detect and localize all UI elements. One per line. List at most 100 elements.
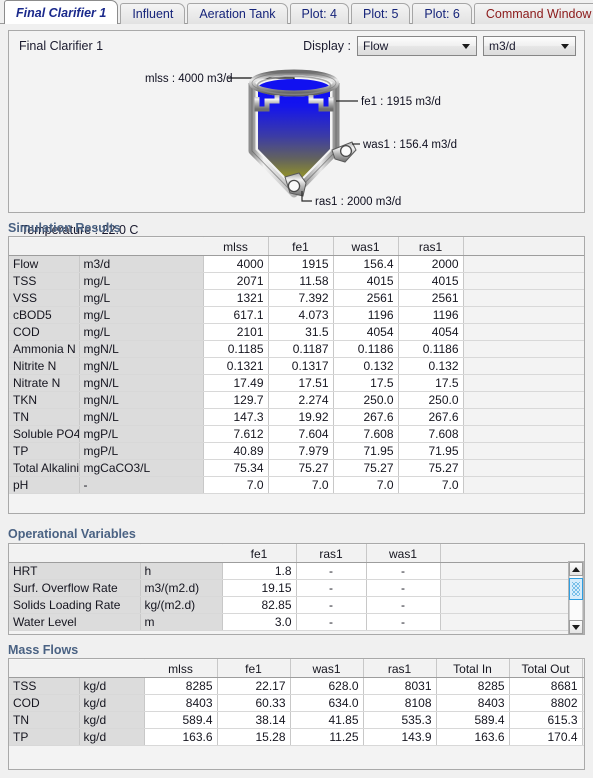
cell-value[interactable]: 75.34 [203, 459, 269, 477]
cell-value[interactable]: 4.073 [268, 306, 334, 324]
mass-flows-grid[interactable]: mlss fe1 was1 ras1 Total In Total Out TSS kg/d 8… [8, 658, 585, 770]
cell-value[interactable]: 1196 [398, 306, 464, 324]
cell-value[interactable]: 7.608 [398, 425, 464, 443]
cell-value[interactable]: 7.0 [268, 476, 334, 494]
cell-value[interactable]: 8285 [144, 677, 218, 695]
cell-value[interactable]: 2561 [398, 289, 464, 307]
tab-command-window[interactable]: Command Window [473, 3, 593, 24]
cell-value[interactable]: 19.15 [222, 579, 297, 597]
cell-value[interactable]: 4054 [398, 323, 464, 341]
column-header[interactable]: was1 [290, 659, 364, 678]
cell-value[interactable]: 2000 [398, 255, 464, 273]
cell-value[interactable]: 0.1317 [268, 357, 334, 375]
cell-value[interactable]: 589.4 [144, 711, 218, 729]
cell-value[interactable]: 0.1321 [203, 357, 269, 375]
cell-value[interactable]: 8681 [509, 677, 583, 695]
cell-value[interactable]: 4015 [398, 272, 464, 290]
cell-value[interactable]: 8108 [363, 694, 437, 712]
table-row[interactable]: TSS kg/d 8285 22.17 628.0 8031 8285 8681 [9, 677, 584, 695]
column-header[interactable]: ras1 [398, 237, 464, 256]
cell-value[interactable]: 267.6 [333, 408, 399, 426]
tab-final-clarifier-1[interactable]: Final Clarifier 1 [4, 0, 119, 24]
cell-value[interactable]: - [366, 596, 441, 614]
cell-value[interactable]: 8403 [144, 694, 218, 712]
cell-value[interactable]: 7.604 [268, 425, 334, 443]
cell-value[interactable]: 8285 [436, 677, 510, 695]
cell-value[interactable]: 143.9 [363, 728, 437, 746]
cell-value[interactable]: 7.0 [203, 476, 269, 494]
cell-value[interactable]: 71.95 [398, 442, 464, 460]
table-row[interactable]: Nitrite NmgN/L 0.1321 0.1317 0.132 0.132 [9, 357, 584, 375]
cell-value[interactable]: 628.0 [290, 677, 364, 695]
cell-value[interactable]: 2561 [333, 289, 399, 307]
cell-value[interactable]: 147.3 [203, 408, 269, 426]
cell-value[interactable]: 22.17 [217, 677, 291, 695]
operational-variables-scrollbar[interactable] [568, 561, 584, 634]
cell-value[interactable]: 634.0 [290, 694, 364, 712]
cell-value[interactable]: 17.5 [398, 374, 464, 392]
operational-variables-grid[interactable]: fe1 ras1 was1 HRT h 1.8- - Surf. Overflow Rate m… [8, 543, 585, 635]
cell-value[interactable]: 7.979 [268, 442, 334, 460]
column-header[interactable]: Total Out [509, 659, 583, 678]
table-row[interactable]: TN kg/d 589.4 38.14 41.85 535.3 589.4 615.3 [9, 711, 584, 729]
cell-value[interactable]: 71.95 [333, 442, 399, 460]
table-row[interactable]: TKN mgN/L 129.7 2.274 250.0 250.0 [9, 391, 584, 409]
tab-plot-4[interactable]: Plot: 4 [289, 3, 349, 24]
cell-value[interactable]: 0.132 [333, 357, 399, 375]
table-row[interactable]: pH -7.0 7.0 7.0 7.0 [9, 476, 584, 494]
tab-plot-6[interactable]: Plot: 6 [412, 3, 472, 24]
cell-value[interactable]: 589.4 [436, 711, 510, 729]
cell-value[interactable]: 129.7 [203, 391, 269, 409]
cell-value[interactable]: - [366, 579, 441, 597]
cell-value[interactable]: 0.1186 [333, 340, 399, 358]
table-row[interactable]: Ammonia NmgN/L 0.1185 0.1187 0.1186 0.1186 [9, 340, 584, 358]
cell-value[interactable]: 41.85 [290, 711, 364, 729]
cell-value[interactable]: 617.1 [203, 306, 269, 324]
cell-value[interactable]: - [296, 596, 367, 614]
cell-value[interactable]: 8403 [436, 694, 510, 712]
cell-value[interactable]: 0.1187 [268, 340, 334, 358]
cell-value[interactable]: 7.612 [203, 425, 269, 443]
cell-value[interactable]: 0.1186 [398, 340, 464, 358]
cell-value[interactable]: 17.51 [268, 374, 334, 392]
cell-value[interactable]: 1321 [203, 289, 269, 307]
cell-value[interactable]: 615.3 [509, 711, 583, 729]
cell-value[interactable]: 60.33 [217, 694, 291, 712]
column-header[interactable]: ras1 [296, 544, 367, 563]
cell-value[interactable]: 2071 [203, 272, 269, 290]
table-row[interactable]: cBOD5 mg/L 617.1 4.073 1196 1196 [9, 306, 584, 324]
cell-value[interactable]: 163.6 [436, 728, 510, 746]
cell-value[interactable]: 17.49 [203, 374, 269, 392]
cell-value[interactable]: - [296, 562, 367, 580]
cell-value[interactable]: 156.4 [333, 255, 399, 273]
column-header[interactable]: mlss [144, 659, 218, 678]
table-row[interactable]: Nitrate NmgN/L 17.49 17.51 17.5 17.5 [9, 374, 584, 392]
cell-value[interactable]: 0.132 [398, 357, 464, 375]
cell-value[interactable]: 7.0 [398, 476, 464, 494]
column-header[interactable]: fe1 [222, 544, 297, 563]
cell-value[interactable]: 75.27 [398, 459, 464, 477]
tab-aeration-tank[interactable]: Aeration Tank [187, 3, 288, 24]
table-row[interactable]: TP mgP/L 40.89 7.979 71.95 71.95 [9, 442, 584, 460]
cell-value[interactable]: 267.6 [398, 408, 464, 426]
table-row[interactable]: Water Level m 3.0- - [9, 613, 571, 631]
cell-value[interactable]: 2.274 [268, 391, 334, 409]
cell-value[interactable]: 17.5 [333, 374, 399, 392]
table-row[interactable]: COD mg/L 2101 31.5 4054 4054 [9, 323, 584, 341]
cell-value[interactable]: - [366, 562, 441, 580]
table-row[interactable]: Solids Loading Rate kg/(m2.d) 82.85- - [9, 596, 571, 614]
table-row[interactable]: Flow m3/d 4000 1915 156.4 2000 [9, 255, 584, 273]
column-header[interactable]: fe1 [268, 237, 334, 256]
cell-value[interactable]: 8802 [509, 694, 583, 712]
column-header[interactable]: fe1 [217, 659, 291, 678]
cell-value[interactable]: 0.1185 [203, 340, 269, 358]
cell-value[interactable]: 7.392 [268, 289, 334, 307]
cell-value[interactable]: 7.0 [333, 476, 399, 494]
tab-influent[interactable]: Influent [120, 3, 186, 24]
table-row[interactable]: Surf. Overflow Rate m3/(m2.d) 19.15- - [9, 579, 571, 597]
cell-value[interactable]: 40.89 [203, 442, 269, 460]
cell-value[interactable]: 75.27 [268, 459, 334, 477]
cell-value[interactable]: 170.4 [509, 728, 583, 746]
cell-value[interactable]: 163.6 [144, 728, 218, 746]
table-row[interactable]: TSS mg/L 2071 11.58 4015 4015 [9, 272, 584, 290]
